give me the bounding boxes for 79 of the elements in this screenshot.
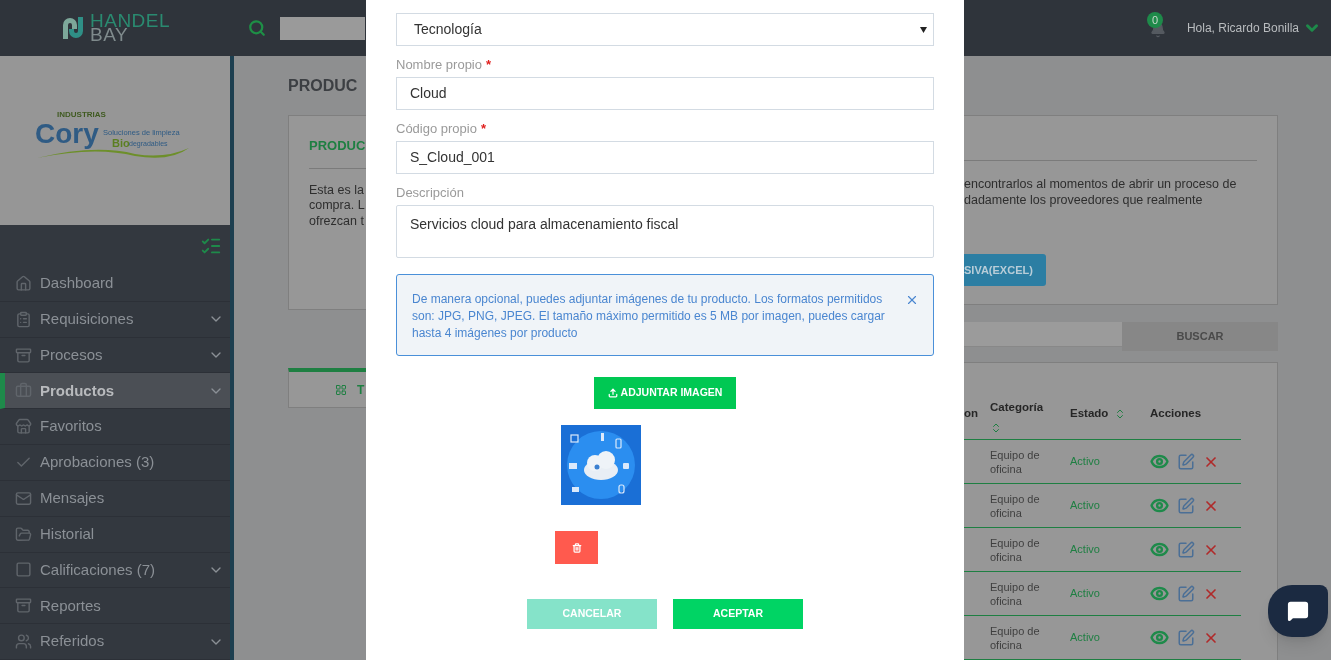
tray-icon: [15, 597, 32, 615]
status-text: Activo: [1070, 586, 1101, 602]
table-cell-text: Equipo de oficina: [990, 579, 1041, 608]
search-icon[interactable]: [248, 19, 266, 37]
status-text: Activo: [1070, 630, 1101, 646]
grid-icon: [335, 383, 347, 396]
table-cell-text: Equipo de oficina: [990, 447, 1041, 476]
field-label: Nombre propio: [396, 56, 482, 75]
view-icon[interactable]: [1150, 628, 1169, 647]
tray-icon: [15, 346, 32, 364]
notification-badge: 0: [1146, 12, 1163, 28]
search-button[interactable]: BUSCAR: [1122, 322, 1278, 351]
status-text: Activo: [1070, 542, 1101, 558]
square-icon: [15, 561, 32, 579]
status-text: Activo: [1070, 498, 1101, 514]
edit-icon[interactable]: [1177, 496, 1195, 515]
chat-icon: [1287, 600, 1309, 622]
card-title: PRODUC: [309, 137, 366, 155]
user-greeting[interactable]: Hola, Ricardo Bonilla: [1186, 19, 1299, 37]
page-title: PRODUC: [288, 76, 358, 96]
sidebar-item[interactable]: Requisiciones: [0, 301, 230, 338]
folder-icon: [15, 525, 32, 543]
intro-text-line: ofrezcan t: [309, 213, 365, 229]
column-header: Categoría: [990, 400, 1044, 415]
intro-text-line: compra. L: [309, 198, 366, 214]
intro-text-line: dadamente los proveedores que realmente: [964, 192, 1204, 208]
input-field[interactable]: S_Cloud_001: [396, 141, 934, 174]
required-mark: *: [480, 120, 486, 139]
accept-button[interactable]: ACEPTAR: [673, 599, 803, 629]
status-text: Activo: [1070, 454, 1101, 470]
input-field[interactable]: Cloud: [396, 77, 934, 110]
sidebar-item[interactable]: Reportes: [0, 588, 230, 625]
edit-icon[interactable]: [1177, 628, 1195, 647]
dropdown-icon: [920, 26, 927, 33]
store-icon: [15, 418, 32, 436]
sidebar-item[interactable]: Calificaciones (7): [0, 552, 230, 589]
sidebar-item[interactable]: Favoritos: [0, 409, 230, 446]
required-mark: *: [486, 56, 492, 75]
category-select[interactable]: Tecnología: [396, 13, 934, 46]
edit-icon[interactable]: [1177, 452, 1195, 471]
field-label: Descripción: [396, 184, 464, 203]
sidebar-item[interactable]: Mensajes: [0, 480, 230, 517]
view-icon[interactable]: [1150, 496, 1169, 515]
logo-text: BAY: [90, 28, 129, 42]
close-icon[interactable]: [905, 293, 919, 307]
view-icon[interactable]: [1150, 584, 1169, 603]
trash-icon: [571, 542, 582, 553]
house-icon: [15, 274, 32, 292]
description-field[interactable]: Servicios cloud para almacenamiento fiscal: [396, 205, 934, 258]
upload-icon: [607, 388, 618, 398]
sort-icon[interactable]: [990, 422, 1002, 435]
chat-button[interactable]: [1268, 585, 1328, 637]
intro-text-line: encontrarlos al momentos de abrir un proceso de: [964, 177, 1238, 193]
clipboard-icon: [15, 310, 32, 328]
search-field[interactable]: [964, 322, 1122, 347]
upload-excel-button[interactable]: SIVA(EXCEL): [964, 254, 1046, 286]
attach-image-button[interactable]: ADJUNTAR IMAGEN: [593, 377, 737, 409]
logo-text: Cory: [35, 118, 99, 149]
table-cell-text: Equipo de oficina: [990, 491, 1041, 520]
sidebar-item[interactable]: Productos: [0, 373, 230, 410]
edit-icon[interactable]: [1177, 584, 1195, 603]
view-icon[interactable]: [1150, 540, 1169, 559]
intro-text-line: Esta es la: [309, 182, 365, 198]
envelope-icon: [15, 489, 32, 507]
alert-text: De manera opcional, puedes adjuntar imágenes de tu producto. Los formatos permitidos son: JPG, PNG, JPEG. El tamaño máximo permitido es 5 MB por imagen, puedes cargar hasta 4 imágenes por producto: [412, 291, 885, 342]
column-header: Estado: [1070, 406, 1109, 421]
view-icon[interactable]: [1150, 452, 1169, 471]
field-label: Código propio: [396, 120, 477, 139]
delete-image-button[interactable]: [555, 531, 598, 564]
people-icon: [15, 633, 32, 651]
edit-icon[interactable]: [1177, 540, 1195, 559]
column-header: Acciones: [1150, 406, 1202, 421]
logo-text: Bio: [112, 136, 130, 149]
logo-text: INDUSTRIAS: [57, 109, 106, 119]
column-header: on: [964, 406, 979, 421]
table-cell-text: Equipo de oficina: [990, 623, 1041, 652]
logo-text: HANDEL: [90, 14, 170, 28]
search-field[interactable]: [280, 16, 365, 40]
table-cell-text: Equipo de oficina: [990, 535, 1041, 564]
